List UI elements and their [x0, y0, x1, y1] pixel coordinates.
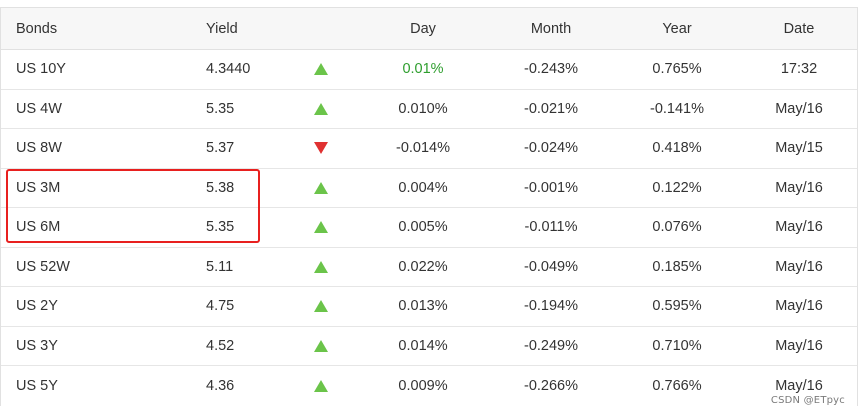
trend-indicator	[306, 366, 336, 406]
table-header: Bonds Yield Day Month Year Date	[1, 8, 857, 50]
bond-name-link[interactable]: US 3M	[16, 169, 60, 208]
year-change: 0.765%	[652, 61, 702, 78]
year-change: 0.595%	[652, 298, 702, 315]
table-row-us-3y[interactable]: US 3Y 4.52 0.014% -0.249% 0.710% May/16	[1, 327, 857, 366]
triangle-up-icon	[314, 102, 328, 115]
date-value: May/16	[775, 258, 823, 275]
triangle-up-icon	[314, 339, 328, 352]
day-change: 0.013%	[398, 298, 448, 315]
triangle-up-icon	[314, 260, 328, 273]
header-year[interactable]: Year	[627, 8, 727, 49]
month-change: -0.049%	[523, 258, 578, 275]
year-change: 0.076%	[652, 219, 702, 236]
table-row-us-6m[interactable]: US 6M 5.35 0.005% -0.011% 0.076% May/16	[1, 208, 857, 248]
year-change: 0.710%	[652, 337, 702, 354]
day-change: -0.014%	[395, 140, 450, 157]
trend-indicator	[306, 90, 336, 129]
bond-name-link[interactable]: US 52W	[16, 248, 70, 287]
table-row-us-10y[interactable]: US 10Y 4.3440 0.01% -0.243% 0.765% 17:32	[1, 50, 857, 90]
table-row-us-3m[interactable]: US 3M 5.38 0.004% -0.001% 0.122% May/16	[1, 169, 857, 208]
date-value: May/16	[775, 298, 823, 315]
day-change: 0.009%	[398, 377, 448, 394]
year-change: 0.122%	[652, 179, 702, 196]
header-yield[interactable]: Yield	[206, 8, 238, 49]
triangle-up-icon	[314, 221, 328, 234]
trend-indicator	[306, 248, 336, 287]
month-change: -0.001%	[523, 179, 578, 196]
date-value: May/16	[775, 219, 823, 236]
year-change: -0.141%	[649, 100, 704, 117]
header-bonds[interactable]: Bonds	[16, 8, 57, 49]
yield-value: 5.35	[206, 219, 235, 236]
date-value: May/16	[775, 337, 823, 354]
triangle-up-icon	[314, 63, 328, 76]
bond-name-link[interactable]: US 5Y	[16, 366, 58, 406]
trend-indicator	[306, 208, 336, 247]
day-change: 0.005%	[398, 219, 448, 236]
trend-indicator	[306, 50, 336, 89]
bond-name-link[interactable]: US 3Y	[16, 327, 58, 366]
year-change: 0.185%	[652, 258, 702, 275]
bond-name-link[interactable]: US 10Y	[16, 50, 66, 89]
month-change: -0.011%	[524, 219, 578, 236]
header-date[interactable]: Date	[749, 8, 849, 49]
month-change: -0.249%	[523, 337, 578, 354]
table-row-us-52w[interactable]: US 52W 5.11 0.022% -0.049% 0.185% May/16	[1, 248, 857, 287]
date-value: May/16	[775, 179, 823, 196]
yield-value: 5.38	[206, 179, 235, 196]
yield-value: 5.35	[206, 100, 235, 117]
yield-value: 4.3440	[206, 61, 251, 78]
yield-value: 4.36	[206, 377, 235, 394]
month-change: -0.024%	[523, 140, 578, 157]
triangle-up-icon	[314, 181, 328, 194]
yield-value: 5.11	[206, 258, 234, 275]
header-month[interactable]: Month	[501, 8, 601, 49]
yield-value: 4.75	[206, 298, 235, 315]
day-change: 0.022%	[398, 258, 448, 275]
table-row-us-2y[interactable]: US 2Y 4.75 0.013% -0.194% 0.595% May/16	[1, 287, 857, 327]
trend-indicator	[306, 287, 336, 326]
date-value: 17:32	[780, 61, 818, 78]
trend-indicator	[306, 169, 336, 208]
bond-name-link[interactable]: US 4W	[16, 90, 62, 129]
table-row-us-5y[interactable]: US 5Y 4.36 0.009% -0.266% 0.766% May/16	[1, 366, 857, 406]
day-change: 0.004%	[398, 179, 448, 196]
bond-name-link[interactable]: US 8W	[16, 129, 62, 168]
yield-value: 5.37	[206, 140, 235, 157]
month-change: -0.021%	[523, 100, 578, 117]
date-value: May/15	[775, 140, 823, 157]
year-change: 0.418%	[652, 140, 702, 157]
year-change: 0.766%	[652, 377, 702, 394]
watermark: CSDN @ETpyc	[770, 395, 845, 406]
header-day[interactable]: Day	[373, 8, 473, 49]
trend-indicator	[306, 129, 336, 168]
bond-name-link[interactable]: US 2Y	[16, 287, 58, 326]
triangle-down-icon	[314, 142, 328, 155]
month-change: -0.243%	[523, 61, 578, 78]
triangle-up-icon	[314, 300, 328, 313]
triangle-up-icon	[314, 379, 328, 392]
date-value: May/16	[775, 100, 823, 117]
bonds-table: Bonds Yield Day Month Year Date US 10Y 4…	[0, 7, 858, 406]
table-row-us-4w[interactable]: US 4W 5.35 0.010% -0.021% -0.141% May/16	[1, 90, 857, 129]
day-change: 0.01%	[402, 61, 444, 78]
month-change: -0.266%	[523, 377, 578, 394]
table-row-us-8w[interactable]: US 8W 5.37 -0.014% -0.024% 0.418% May/15	[1, 129, 857, 169]
bond-name-link[interactable]: US 6M	[16, 208, 60, 247]
trend-indicator	[306, 327, 336, 366]
day-change: 0.010%	[398, 100, 448, 117]
month-change: -0.194%	[523, 298, 578, 315]
day-change: 0.014%	[398, 337, 448, 354]
yield-value: 4.52	[206, 337, 235, 354]
